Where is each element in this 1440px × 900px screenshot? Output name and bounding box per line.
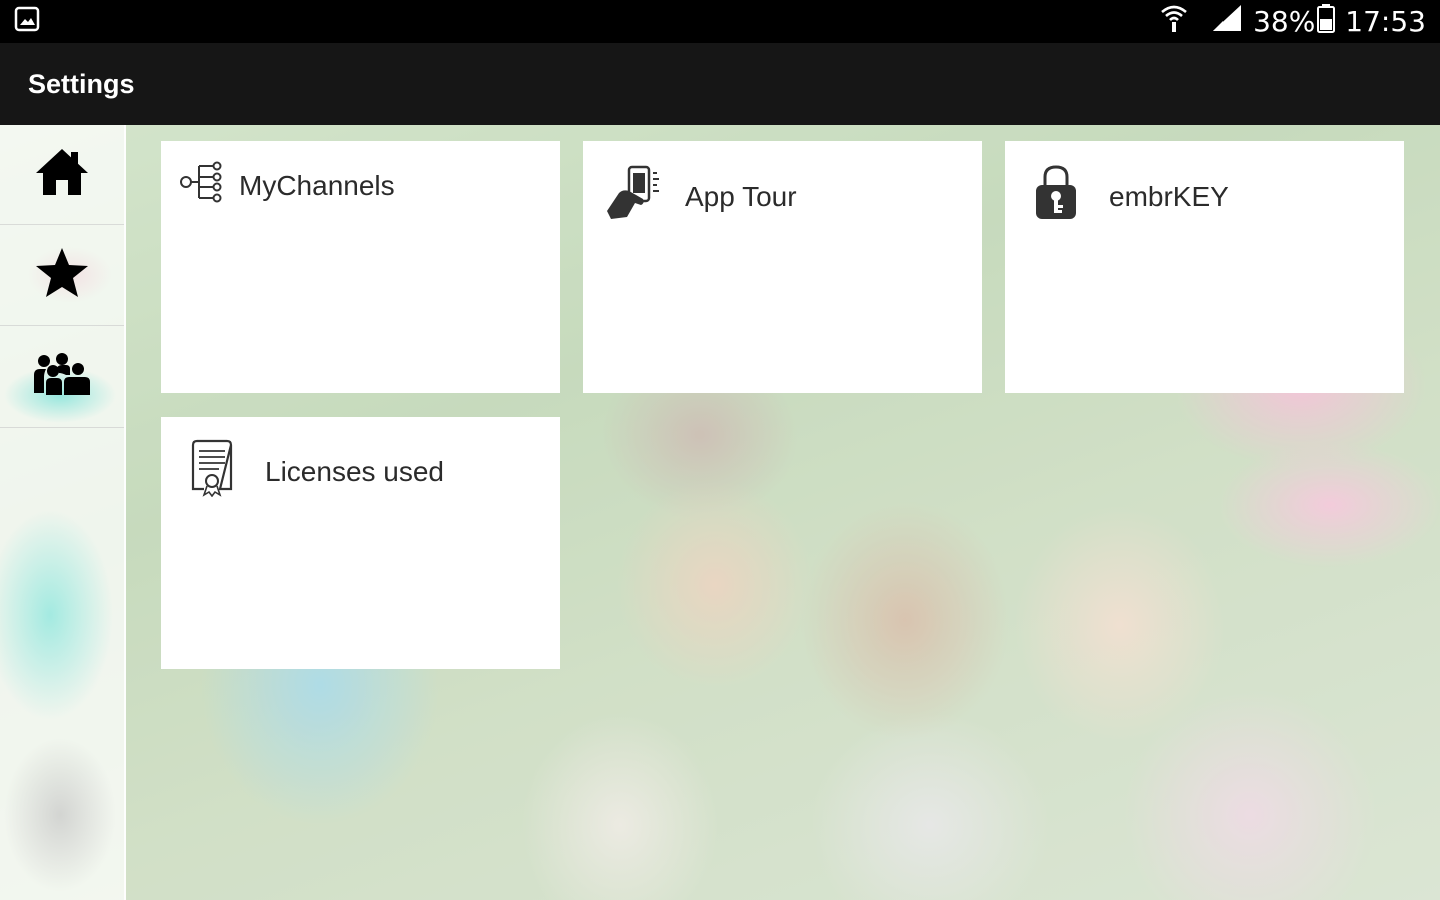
wifi-icon [1159, 3, 1189, 41]
tile-label: embrKEY [1109, 180, 1229, 212]
sidebar-item-groups[interactable] [0, 328, 124, 428]
tile-licenses-used[interactable]: Licenses used [161, 417, 560, 669]
gallery-notification-icon [14, 6, 40, 37]
key-lock-icon [1033, 163, 1079, 230]
battery-percent: 38% [1253, 5, 1316, 38]
sidebar-item-favorites[interactable] [0, 226, 124, 326]
tile-app-tour[interactable]: App Tour [583, 141, 982, 393]
battery-icon [1317, 3, 1336, 41]
tile-label: MyChannels [239, 169, 395, 201]
license-certificate-icon [189, 439, 235, 504]
group-icon [32, 353, 92, 402]
star-icon [34, 246, 90, 305]
home-icon [34, 146, 90, 203]
app-tour-icon [605, 165, 665, 228]
channels-icon [179, 159, 225, 212]
sidebar-item-home[interactable] [0, 125, 124, 225]
cellular-signal-icon [1211, 3, 1243, 41]
tile-label: App Tour [685, 180, 797, 212]
tile-embrkey[interactable]: embrKEY [1005, 141, 1404, 393]
main-content: MyChannels App Tour embrKEY Licenses use… [0, 125, 1440, 900]
app-bar: Settings [0, 43, 1440, 125]
sidebar [0, 125, 126, 900]
clock: 17:53 [1345, 5, 1426, 38]
page-title: Settings [28, 68, 135, 99]
status-bar: 38% 17:53 [0, 0, 1440, 43]
tile-mychannels[interactable]: MyChannels [161, 141, 560, 393]
tile-label: Licenses used [265, 455, 445, 487]
